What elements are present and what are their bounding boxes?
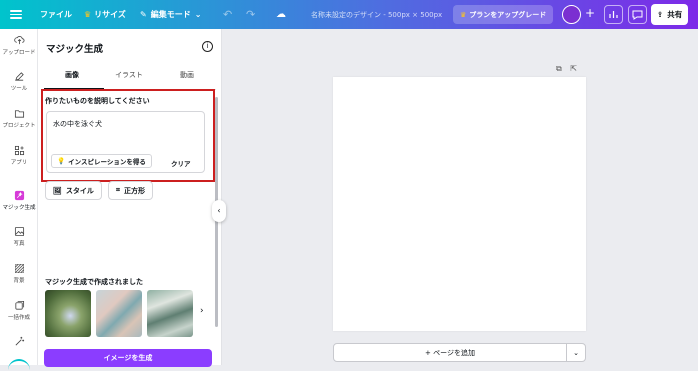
upgrade-plan-button[interactable]: ♛ プランをアップグレード [453,5,554,24]
magic-generate-panel: マジック生成 i 画像 イラスト 動画 作りたいものを説明してください 水の中を… [38,29,222,367]
upgrade-label: プランをアップグレード [469,10,547,19]
style-button[interactable]: 🖼 スタイル [45,181,102,200]
rail-item-label: 写真 [13,241,25,247]
rail-indicator [8,359,30,371]
undo-icon[interactable]: ↶ [223,0,232,29]
background-icon [14,264,24,273]
rail-item-label: マジック生成 [2,205,36,211]
rail-item-label: 背景 [13,278,25,284]
pencil-icon: ✎ [140,10,147,19]
prompt-label: 作りたいものを説明してください [45,97,150,105]
panel-title: マジック生成 [46,44,104,55]
lightbulb-icon: 💡 [57,157,66,165]
tab-label: イラスト [115,71,143,79]
rail-item-label: 一括作成 [7,315,30,321]
rail-item-background[interactable]: 背景 [0,263,38,284]
recent-thumbnail[interactable] [147,290,193,337]
chevron-down-icon[interactable]: ⌄ [567,343,586,362]
collapse-panel-button[interactable]: ‹ [212,200,226,222]
tab-label: 画像 [65,71,79,79]
magic-wand-icon [15,336,24,346]
tab-image[interactable]: 画像 [44,70,100,80]
recent-generations-label: マジック生成で作成されました [45,278,143,286]
pen-tool-icon [14,72,24,81]
crown-icon: ♛ [460,10,467,19]
file-menu-button[interactable]: ファイル [40,0,72,29]
side-rail: アップロード ツール プロジェクト アプリ マジック生成 写真 背景 一括作成 [0,29,38,365]
rail-item-tools[interactable]: ツール [0,71,38,92]
inspiration-label: インスピレーションを得る [68,158,146,166]
chevron-right-icon[interactable]: › [200,306,204,316]
photo-icon [14,226,24,237]
cloud-save-icon[interactable]: ☁ [276,0,286,29]
crown-icon: ♛ [84,10,92,19]
rail-item-projects[interactable]: プロジェクト [0,108,38,129]
magic-generate-icon [14,190,24,201]
crop-icon: ⌗ [116,186,120,194]
add-page-button[interactable]: + ページを追加 [333,343,567,362]
edit-mode-dropdown[interactable]: ✎ 編集モード ⌄ [140,0,201,29]
rail-item-upload[interactable]: アップロード [0,35,38,56]
hamburger-menu-icon[interactable] [10,8,22,20]
rail-item-label: アプリ [10,160,28,166]
share-button[interactable]: ⇪ 共有 [651,4,689,25]
apps-icon [14,145,24,156]
rail-item-apps[interactable]: アプリ [0,145,38,166]
image-icon: 🖼 [53,186,62,195]
tab-label: 動画 [180,71,194,79]
redo-icon[interactable]: ↷ [246,0,255,29]
rail-item-label: アップロード [2,50,36,56]
folder-icon [14,110,24,118]
add-page-icon[interactable]: ⇱ [570,64,577,73]
recent-thumbnail[interactable] [45,290,91,337]
rail-item-more[interactable] [0,336,38,349]
tab-video[interactable]: 動画 [159,70,215,80]
share-label: 共有 [667,10,683,19]
avatar[interactable] [562,5,581,24]
clear-button[interactable]: クリア [171,158,191,168]
rail-item-magic-generate[interactable]: マジック生成 [0,190,38,211]
upload-icon [13,36,24,45]
tab-illustration[interactable]: イラスト [101,70,157,80]
info-icon[interactable]: i [202,41,213,52]
bulk-create-icon [14,300,24,310]
style-label: スタイル [65,186,94,195]
page-controls: ⧉ ⇱ [556,64,577,74]
aspect-ratio-button[interactable]: ⌗ 正方形 [108,181,153,200]
rail-item-bulk-create[interactable]: 一括作成 [0,300,38,321]
share-icon: ⇪ [657,10,664,19]
analytics-icon[interactable] [604,5,623,24]
prompt-textarea[interactable]: 水の中を泳ぐ犬 💡 インスピレーションを得る クリア [46,111,205,173]
top-bar: ファイル ♛ リサイズ ✎ 編集モード ⌄ ↶ ↷ ☁ 名称未設定のデザイン -… [0,0,698,29]
generate-image-button[interactable]: イメージを生成 [44,349,212,367]
aspect-label: 正方形 [123,186,145,195]
edit-mode-label: 編集モード [150,10,191,19]
file-menu-label: ファイル [40,10,72,19]
duplicate-page-icon[interactable]: ⧉ [556,64,562,73]
design-title[interactable]: 名称未設定のデザイン - 500px × 500px [311,0,442,29]
rail-item-label: プロジェクト [2,123,36,129]
comment-icon[interactable] [628,5,647,24]
inspiration-button[interactable]: 💡 インスピレーションを得る [51,154,152,168]
resize-label: リサイズ [94,10,126,19]
recent-thumbnail[interactable] [96,290,142,337]
chevron-down-icon: ⌄ [194,10,202,19]
prompt-value: 水の中を泳ぐ犬 [53,120,102,128]
rail-item-label: ツール [10,86,28,92]
design-page[interactable] [333,77,586,331]
rail-item-photos[interactable]: 写真 [0,226,38,247]
resize-button[interactable]: ♛ リサイズ [84,0,126,29]
add-collaborator-icon[interactable]: + [583,6,597,20]
